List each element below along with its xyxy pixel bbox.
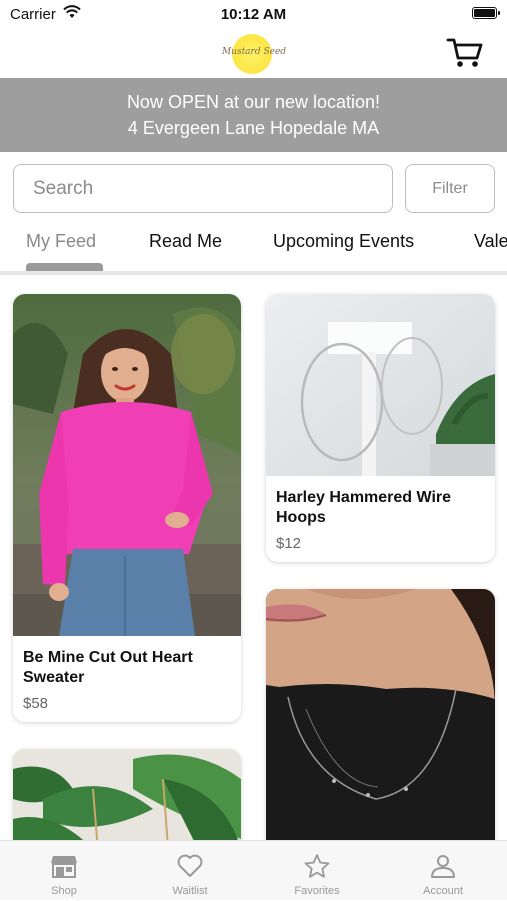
product-card-plant[interactable] bbox=[13, 749, 241, 840]
product-title[interactable]: Be Mine Cut Out Heart Sweater bbox=[23, 648, 231, 688]
product-price: $58 bbox=[23, 695, 49, 712]
banner-line-1: Now OPEN at our new location! bbox=[126, 92, 381, 112]
battery-icon bbox=[472, 7, 500, 19]
tab-upcoming-events[interactable]: Upcoming Events bbox=[273, 231, 414, 252]
filter-button[interactable]: Filter bbox=[405, 164, 495, 213]
heart-icon bbox=[177, 854, 203, 877]
clock: 10:12 AM bbox=[220, 6, 287, 23]
nav-favorites-label: Favorites bbox=[294, 885, 340, 897]
tab-my-feed[interactable]: My Feed bbox=[26, 231, 96, 252]
product-image[interactable] bbox=[266, 294, 495, 476]
product-price: $12 bbox=[276, 535, 302, 552]
product-card-hoops[interactable]: Harley Hammered Wire Hoops $12 bbox=[266, 294, 495, 562]
product-feed[interactable]: Be Mine Cut Out Heart Sweater $58 Harley… bbox=[0, 275, 507, 840]
cart-icon[interactable] bbox=[446, 36, 484, 70]
announcement-banner: Now OPEN at our new location! 4 Evergeen… bbox=[0, 78, 507, 152]
search-input[interactable] bbox=[14, 165, 392, 212]
app-header: Mustard Seed bbox=[0, 28, 507, 78]
search-box[interactable] bbox=[13, 164, 393, 213]
nav-favorites[interactable]: Favorites bbox=[254, 841, 380, 901]
nav-shop-label: Shop bbox=[51, 885, 77, 897]
nav-waitlist[interactable]: Waitlist bbox=[127, 841, 253, 901]
product-image[interactable] bbox=[13, 294, 241, 636]
feed-tabs: My Feed Read Me Upcoming Events Vale bbox=[0, 222, 507, 274]
product-card-necklace[interactable] bbox=[266, 589, 495, 840]
nav-account-label: Account bbox=[423, 885, 463, 897]
banner-line-2: 4 Evergeen Lane Hopedale MA bbox=[127, 118, 380, 138]
product-image[interactable] bbox=[266, 589, 495, 840]
nav-shop[interactable]: Shop bbox=[1, 841, 127, 901]
tab-vale[interactable]: Vale bbox=[474, 231, 507, 252]
shop-icon bbox=[51, 856, 77, 878]
nav-account[interactable]: Account bbox=[380, 841, 506, 901]
store-logo[interactable]: Mustard Seed bbox=[218, 32, 290, 74]
logo-text: Mustard Seed bbox=[221, 47, 287, 57]
product-card-sweater[interactable]: Be Mine Cut Out Heart Sweater $58 bbox=[13, 294, 241, 722]
star-icon bbox=[304, 854, 330, 878]
account-icon bbox=[431, 855, 455, 878]
product-image[interactable] bbox=[13, 749, 241, 840]
nav-waitlist-label: Waitlist bbox=[172, 885, 208, 897]
bottom-nav: Shop Waitlist Favorites Account bbox=[0, 840, 507, 900]
product-title[interactable]: Harley Hammered Wire Hoops bbox=[276, 488, 485, 528]
tab-read-me[interactable]: Read Me bbox=[149, 231, 222, 252]
status-bar: Carrier 10:12 AM bbox=[0, 0, 507, 28]
